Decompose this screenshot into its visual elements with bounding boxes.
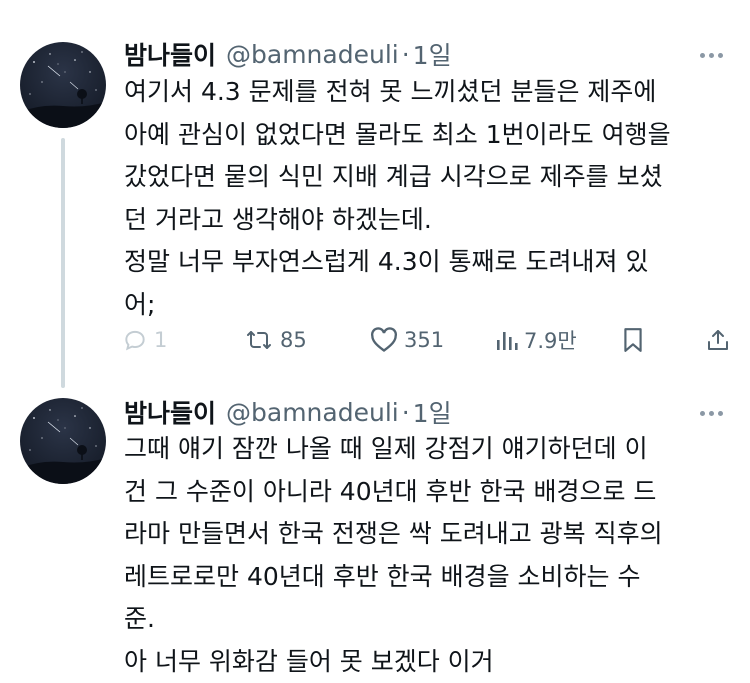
tweet-header: 밤나들이 @bamnadeuli · 1일 bbox=[124, 34, 452, 74]
bookmark-icon bbox=[622, 327, 644, 353]
tweet-text-line: 정말 너무 부자연스럽게 4.3이 통째로 도려내져 있 bbox=[124, 241, 724, 284]
reply-button[interactable]: 1 bbox=[122, 322, 167, 358]
reply-icon bbox=[122, 327, 148, 353]
user-handle[interactable]: @bamnadeuli bbox=[226, 40, 399, 69]
tweet-text-line: 아예 관심이 없었다면 몰라도 최소 1번이라도 여행을 bbox=[124, 114, 724, 157]
views-button[interactable]: 7.9만 bbox=[496, 322, 577, 358]
avatar[interactable] bbox=[20, 398, 106, 484]
tweet-text: 그때 얘기 잠깐 나올 때 일제 강점기 얘기하던데 이 건 그 수준이 아니라… bbox=[124, 428, 724, 683]
tweet-time[interactable]: 1일 bbox=[413, 394, 452, 430]
heart-icon bbox=[370, 327, 398, 353]
reply-count: 1 bbox=[154, 328, 167, 352]
tweet-header: 밤나들이 @bamnadeuli · 1일 bbox=[124, 392, 452, 432]
tweet-2[interactable]: 밤나들이 @bamnadeuli · 1일 그때 얘기 잠깐 나올 때 일제 강… bbox=[0, 380, 750, 665]
tweet-1[interactable]: 밤나들이 @bamnadeuli · 1일 여기서 4.3 문제를 전혀 못 느… bbox=[0, 0, 750, 380]
view-count: 7.9만 bbox=[524, 325, 577, 355]
retweet-button[interactable]: 85 bbox=[244, 322, 307, 358]
tweet-text-line: 갔었다면 뭍의 식민 지배 계급 시각으로 제주를 보셨 bbox=[124, 156, 724, 199]
separator-dot: · bbox=[402, 40, 410, 69]
like-button[interactable]: 351 bbox=[370, 322, 444, 358]
share-icon bbox=[706, 327, 730, 353]
share-button[interactable] bbox=[706, 322, 730, 358]
more-horizontal-icon[interactable] bbox=[694, 38, 728, 72]
avatar[interactable] bbox=[20, 42, 106, 128]
user-handle[interactable]: @bamnadeuli bbox=[226, 398, 399, 427]
display-name[interactable]: 밤나들이 bbox=[124, 394, 216, 430]
retweet-count: 85 bbox=[280, 328, 307, 352]
tweet-text-line: 던 거라고 생각해야 하겠는데. bbox=[124, 199, 724, 242]
tweet-text-line: 그때 얘기 잠깐 나올 때 일제 강점기 얘기하던데 이 bbox=[124, 428, 724, 471]
more-horizontal-icon[interactable] bbox=[694, 396, 728, 430]
views-chart-icon bbox=[496, 328, 518, 352]
tweet-text-line: 아 너무 위화감 들어 못 보겠다 이거 bbox=[124, 641, 724, 683]
tweet-text-line: 레트로로만 40년대 후반 한국 배경을 소비하는 수 bbox=[124, 556, 724, 599]
display-name[interactable]: 밤나들이 bbox=[124, 36, 216, 72]
tweet-text-line: 준. bbox=[124, 598, 724, 641]
bookmark-button[interactable] bbox=[622, 322, 644, 358]
tweet-text-line: 라마 만들면서 한국 전쟁은 싹 도려내고 광복 직후의 bbox=[124, 513, 724, 556]
tweet-text: 여기서 4.3 문제를 전혀 못 느끼셨던 분들은 제주에 아예 관심이 없었다… bbox=[124, 71, 724, 326]
tweet-text-line: 어; bbox=[124, 284, 724, 327]
tweet-text-line: 건 그 수준이 아니라 40년대 후반 한국 배경으로 드 bbox=[124, 471, 724, 514]
tweet-actions: 1 85 351 bbox=[122, 322, 737, 358]
tweet-time[interactable]: 1일 bbox=[413, 36, 452, 72]
separator-dot: · bbox=[402, 398, 410, 427]
like-count: 351 bbox=[404, 328, 444, 352]
retweet-icon bbox=[244, 327, 274, 353]
tweet-text-line: 여기서 4.3 문제를 전혀 못 느끼셨던 분들은 제주에 bbox=[124, 71, 724, 114]
